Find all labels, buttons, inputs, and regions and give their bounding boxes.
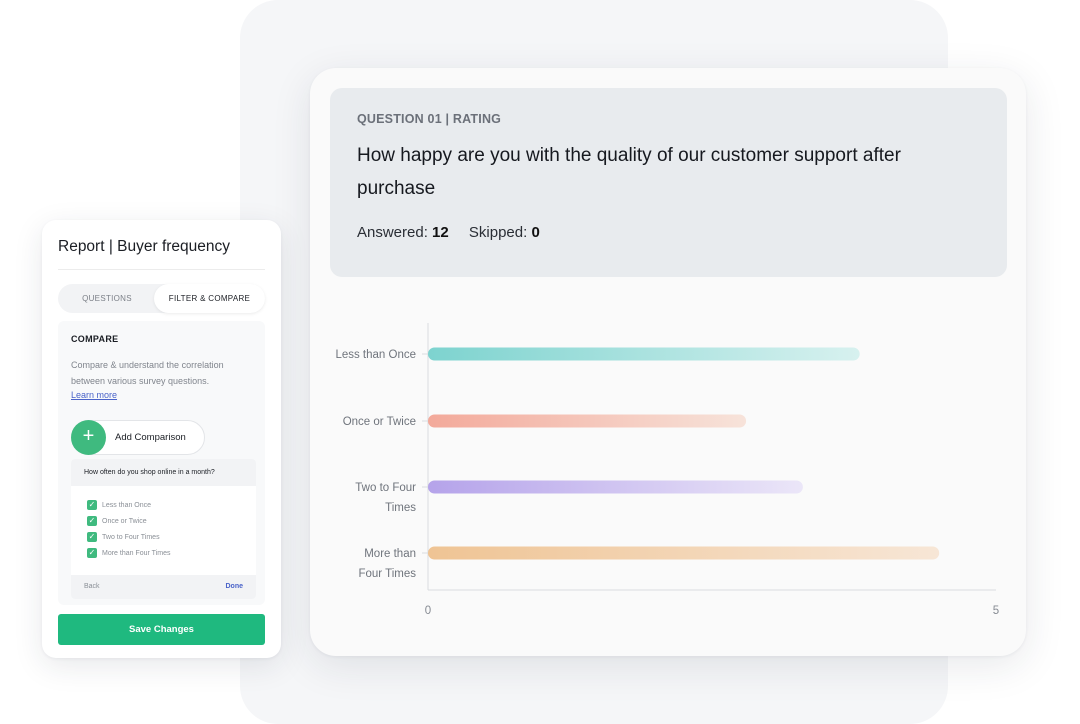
compare-title: COMPARE <box>71 334 119 344</box>
bar-chart: Less than Once Once or Twice Two to Four Ti… <box>335 323 999 617</box>
option-checkbox[interactable]: ✓ More than Four Times <box>87 548 170 560</box>
back-button[interactable]: Back <box>84 575 100 599</box>
divider <box>58 269 265 270</box>
compare-section: COMPARE Compare & understand the correla… <box>58 321 265 605</box>
category-label: Less than Once <box>335 349 416 361</box>
dropdown-footer: Back Done <box>71 575 256 599</box>
bar <box>428 546 940 560</box>
save-changes-button[interactable]: Save Changes <box>58 614 265 645</box>
option-checkbox[interactable]: ✓ Once or Twice <box>87 516 147 528</box>
checkbox-checked-icon: ✓ <box>87 516 97 527</box>
checkbox-checked-icon: ✓ <box>87 548 97 559</box>
option-label: More than Four Times <box>102 550 171 557</box>
option-checkbox[interactable]: ✓ Two to Four Times <box>87 532 160 544</box>
done-button[interactable]: Done <box>226 575 244 599</box>
option-label: Once or Twice <box>102 518 147 525</box>
option-checkbox[interactable]: ✓ Less than Once <box>87 500 151 512</box>
x-tick-label: 0 <box>425 605 431 617</box>
dropdown-question: How often do you shop online in a month? <box>71 459 256 486</box>
add-comparison-button[interactable]: + Add Comparison <box>71 420 205 455</box>
checkbox-checked-icon: ✓ <box>87 500 97 511</box>
bar <box>428 414 747 428</box>
plus-icon: + <box>71 420 106 455</box>
option-label: Two to Four Times <box>102 534 160 541</box>
question-report-card: QUESTION 01 | RATING How happy are you w… <box>310 68 1026 656</box>
panel-title: Report | Buyer frequency <box>58 238 231 255</box>
bar <box>428 480 803 494</box>
category-label: Once or Twice <box>343 416 416 428</box>
tab-filter-compare[interactable]: FILTER & COMPARE <box>154 284 265 313</box>
tab-questions[interactable]: QUESTIONS <box>58 284 156 313</box>
option-label: Less than Once <box>102 502 152 509</box>
learn-more-link[interactable]: Learn more <box>71 390 117 400</box>
category-label: Two to Four Times <box>355 482 416 514</box>
comparison-dropdown: How often do you shop online in a month?… <box>71 459 256 599</box>
x-tick-label: 5 <box>993 605 999 617</box>
bar <box>428 347 860 361</box>
category-label: More than Four Times <box>358 548 416 580</box>
tab-bar: QUESTIONS FILTER & COMPARE <box>58 284 265 313</box>
report-side-panel: Report | Buyer frequency QUESTIONS FILTE… <box>42 220 281 658</box>
add-comparison-label: Add Comparison <box>115 432 186 443</box>
checkbox-checked-icon: ✓ <box>87 532 97 543</box>
compare-description: Compare & understand the correlation bet… <box>71 360 224 386</box>
